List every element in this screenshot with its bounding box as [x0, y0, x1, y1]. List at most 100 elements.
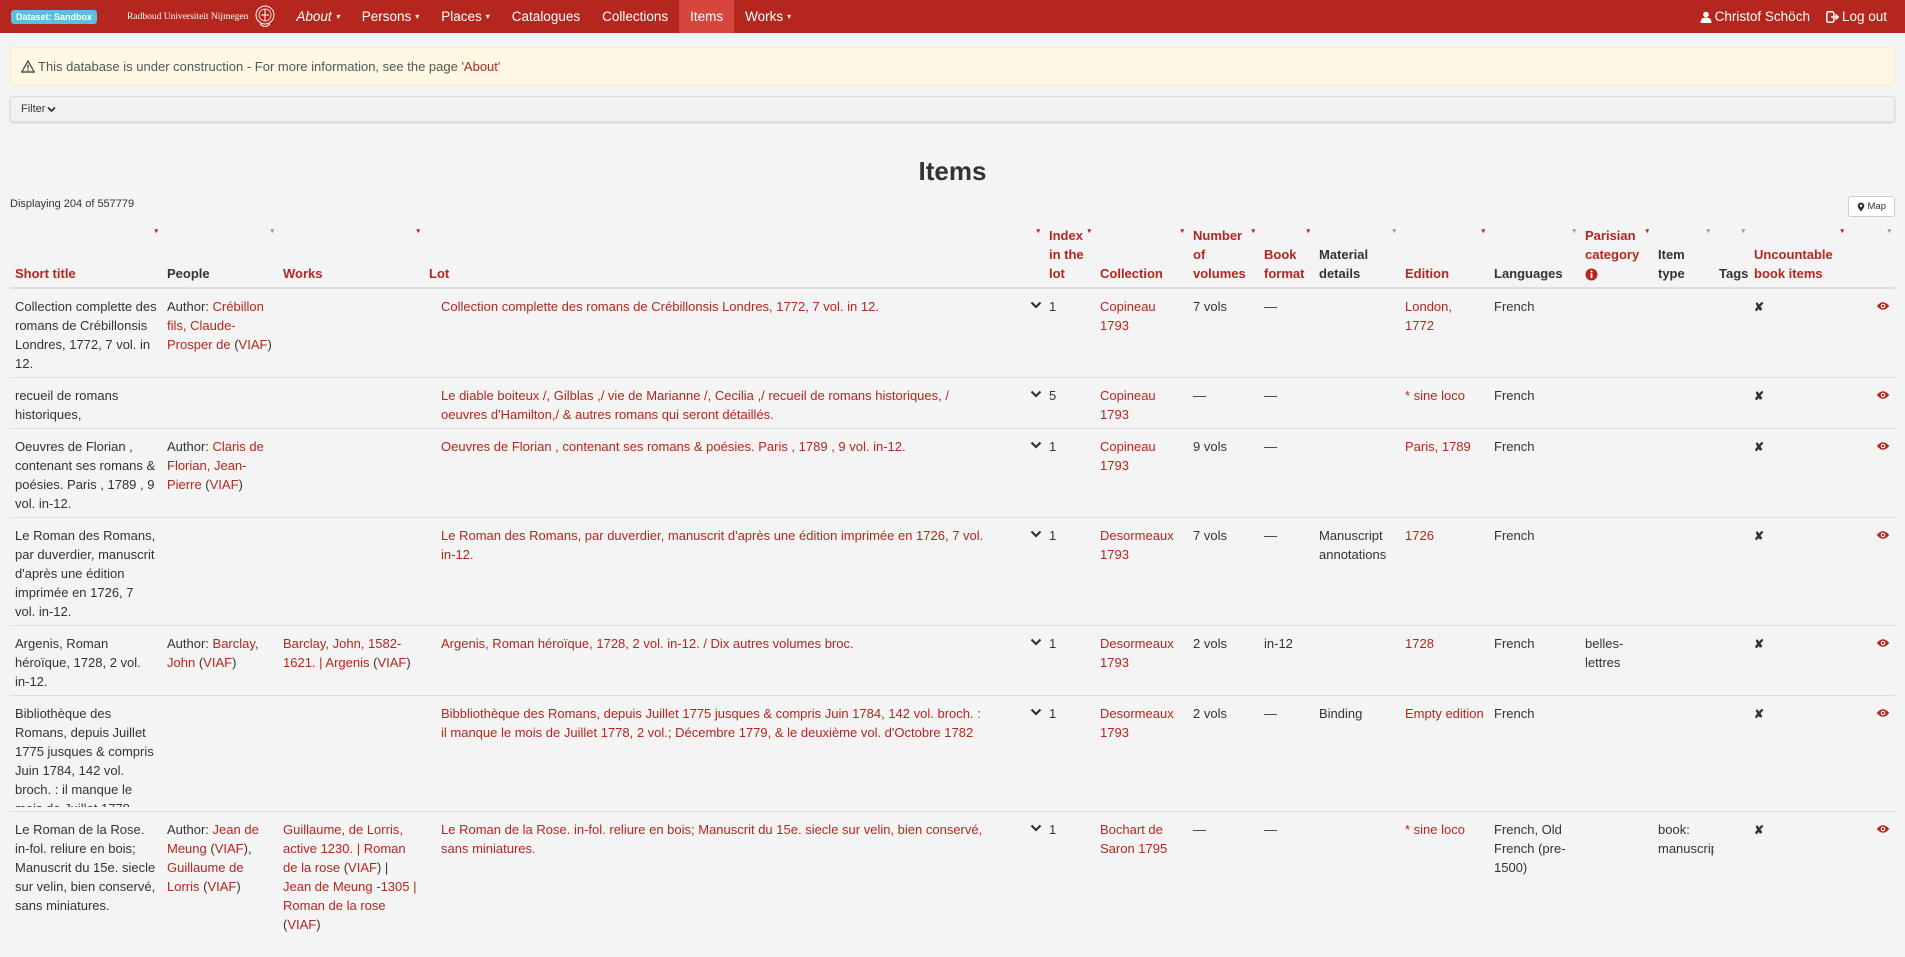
expand-chevron-icon[interactable]: [1030, 530, 1042, 538]
edition-link[interactable]: London, 1772: [1405, 299, 1452, 333]
expand-chevron-icon[interactable]: [1030, 824, 1042, 832]
sort-icon: ▾: [1572, 228, 1576, 235]
th-uncountable[interactable]: ▾ Uncountable book items: [1749, 222, 1848, 289]
edition-link[interactable]: * sine loco: [1405, 822, 1465, 837]
nav-catalogues[interactable]: Catalogues: [501, 0, 591, 33]
cell-languages: French: [1489, 377, 1580, 429]
viaf-link[interactable]: VIAF: [287, 917, 316, 932]
cell-item-type: [1653, 428, 1714, 518]
edition-link[interactable]: Paris, 1789: [1405, 439, 1471, 454]
people-role: Author:: [167, 822, 213, 837]
caret-icon: ▾: [485, 12, 490, 21]
th-material-label: Material details: [1319, 247, 1369, 281]
edition-link[interactable]: Empty edition: [1405, 706, 1484, 721]
th-index[interactable]: ▾ Index in the lot: [1044, 222, 1095, 289]
nav-persons[interactable]: Persons ▾: [351, 0, 431, 33]
collection-link[interactable]: Bochart de Saron 1795: [1100, 822, 1167, 856]
lot-link[interactable]: Le Roman de la Rose. in-fol. reliure en …: [441, 822, 982, 856]
cell-works: [278, 428, 424, 518]
th-parisian[interactable]: ▾ Parisian category: [1580, 222, 1653, 289]
alert-suffix: ': [497, 59, 501, 74]
th-collection[interactable]: ▾ Collection: [1095, 222, 1188, 289]
uncountable-x-icon: ✘: [1754, 300, 1765, 314]
edition-link[interactable]: * sine loco: [1405, 388, 1465, 403]
result-count: Displaying 204 of 557779: [10, 198, 135, 210]
map-button[interactable]: Map: [1847, 196, 1895, 217]
warning-icon: [21, 60, 35, 73]
lot-link[interactable]: Argenis, Roman héroïque, 1728, 2 vol. in…: [441, 636, 854, 651]
nav-works[interactable]: Works ▾: [734, 0, 802, 33]
brand-logo[interactable]: Radboud Universiteit Nijmegen: [127, 4, 276, 30]
cell-tags: [1714, 811, 1749, 938]
th-format[interactable]: ▾ Book format: [1259, 222, 1314, 289]
lot-link[interactable]: Collection complette des romans de Crébi…: [441, 299, 879, 314]
cell-edition: 1726: [1400, 517, 1489, 626]
th-edition[interactable]: ▾ Edition: [1400, 222, 1489, 289]
viaf-link[interactable]: VIAF: [210, 477, 239, 492]
cell-parisian: [1580, 287, 1653, 378]
work-link[interactable]: Guillaume, de Lorris, active 1230. | Rom…: [283, 822, 406, 875]
lot-link[interactable]: Le Roman des Romans, par duverdier, manu…: [441, 528, 983, 562]
lot-link[interactable]: Oeuvres de Florian , contenant ses roman…: [441, 439, 906, 454]
cell-collection: Copineau 1793: [1095, 428, 1188, 518]
expand-chevron-icon[interactable]: [1030, 708, 1042, 716]
filter-toggle[interactable]: Filter: [10, 96, 1895, 122]
th-lot[interactable]: ▾ Lot: [424, 222, 1044, 289]
edition-link[interactable]: 1726: [1405, 528, 1434, 543]
viaf-link[interactable]: VIAF: [348, 860, 377, 875]
lot-link[interactable]: Le diable boiteux /, Gilblas ,/ vie de M…: [441, 388, 949, 422]
nav-about[interactable]: About ▾: [285, 0, 350, 33]
eye-icon[interactable]: [1876, 301, 1890, 311]
nav-places[interactable]: Places ▾: [430, 0, 501, 33]
cell-index: 1: [1044, 287, 1095, 378]
lot-link[interactable]: Bibbliothèque des Romans, depuis Juillet…: [441, 706, 981, 740]
cell-languages: French: [1489, 428, 1580, 518]
cell-languages: French: [1489, 625, 1580, 696]
nav-collections[interactable]: Collections: [591, 0, 679, 33]
uncountable-x-icon: ✘: [1754, 637, 1765, 651]
collection-link[interactable]: Copineau 1793: [1100, 388, 1156, 422]
cell-parisian: [1580, 377, 1653, 429]
th-volumes[interactable]: ▾ Number of volumes: [1188, 222, 1259, 289]
collection-link[interactable]: Copineau 1793: [1100, 439, 1156, 473]
eye-icon[interactable]: [1876, 530, 1890, 540]
cell-uncountable: ✘: [1749, 517, 1848, 626]
expand-chevron-icon[interactable]: [1030, 441, 1042, 449]
table-row: Collection complette des romans de Crébi…: [10, 287, 1895, 378]
th-works[interactable]: ▾ Works: [278, 222, 424, 289]
viaf-link[interactable]: VIAF: [239, 337, 268, 352]
eye-icon[interactable]: [1876, 638, 1890, 648]
th-format-label: Book format: [1264, 247, 1305, 281]
eye-icon[interactable]: [1876, 390, 1890, 400]
expand-chevron-icon[interactable]: [1030, 390, 1042, 398]
cell-lot: Le Roman des Romans, par duverdier, manu…: [424, 517, 1044, 626]
viaf-link[interactable]: VIAF: [215, 841, 244, 856]
th-short-title[interactable]: ▾ Short title: [10, 222, 162, 289]
expand-chevron-icon[interactable]: [1030, 638, 1042, 646]
nav-items[interactable]: Items: [679, 0, 735, 33]
work-link[interactable]: Jean de Meung -1305 | Roman de la rose: [283, 879, 416, 913]
eye-icon[interactable]: [1876, 708, 1890, 718]
viaf-link[interactable]: VIAF: [377, 655, 406, 670]
construction-alert: This database is under construction - Fo…: [10, 47, 1895, 86]
alert-text: This database is under construction - Fo…: [38, 59, 464, 74]
about-link[interactable]: About: [464, 59, 498, 74]
logout-link[interactable]: Log out: [1818, 0, 1895, 33]
collection-link[interactable]: Desormeaux 1793: [1100, 528, 1174, 562]
user-menu[interactable]: Christof Schöch: [1692, 0, 1818, 33]
eye-icon[interactable]: [1876, 441, 1890, 451]
expand-chevron-icon[interactable]: [1030, 301, 1042, 309]
eye-icon[interactable]: [1876, 824, 1890, 834]
collection-link[interactable]: Desormeaux 1793: [1100, 706, 1174, 740]
viaf-link[interactable]: VIAF: [203, 655, 232, 670]
nav-items-label: Items: [690, 9, 724, 24]
collection-link[interactable]: Copineau 1793: [1100, 299, 1156, 333]
cell-collection: Bochart de Saron 1795: [1095, 811, 1188, 938]
cell-view: [1848, 695, 1895, 812]
user-nav: Christof Schöch Log out: [1692, 0, 1895, 33]
collection-link[interactable]: Desormeaux 1793: [1100, 636, 1174, 670]
info-icon[interactable]: [1585, 268, 1598, 281]
cell-short-title: Le Roman de la Rose. in-fol. reliure en …: [10, 811, 162, 938]
viaf-link[interactable]: VIAF: [207, 879, 236, 894]
edition-link[interactable]: 1728: [1405, 636, 1434, 651]
